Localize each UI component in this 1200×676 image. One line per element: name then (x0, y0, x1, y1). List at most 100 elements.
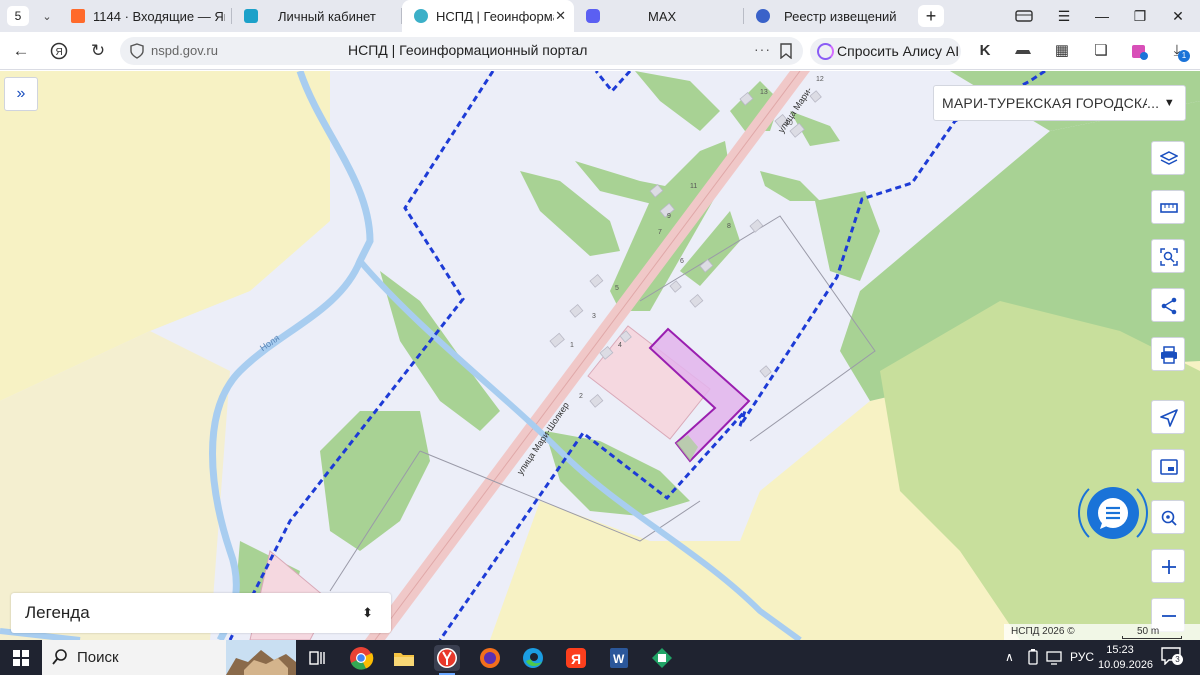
collections-icon[interactable]: ❏ (1092, 42, 1110, 60)
word-icon[interactable]: W (606, 645, 632, 671)
notifications-icon[interactable]: 3 (1161, 647, 1183, 666)
file-explorer-icon[interactable] (391, 645, 417, 671)
yandex-browser-icon[interactable] (434, 645, 460, 675)
battery-icon[interactable] (1027, 649, 1039, 665)
windows-start-icon[interactable] (13, 650, 29, 666)
more-icon[interactable]: ··· (754, 41, 771, 57)
extension-k-icon[interactable]: K (976, 42, 994, 60)
bookmark-icon[interactable] (780, 43, 792, 59)
minimize-icon[interactable]: — (1088, 0, 1116, 32)
address-bar-row: ← Я ↻ nspd.gov.ru НСПД | Геоинформационн… (0, 32, 1200, 70)
yandex-icon[interactable]: Я (563, 645, 589, 671)
geo-search-button[interactable] (1151, 500, 1185, 534)
taskbar-search[interactable]: Поиск (42, 640, 296, 675)
house-number: 1 (570, 342, 574, 349)
geo-search-icon (1161, 510, 1177, 526)
house-number: 12 (816, 76, 824, 83)
task-view-icon[interactable] (304, 645, 330, 671)
legend-panel[interactable]: Легенда ⬍ (11, 593, 391, 633)
expand-panel-button[interactable]: » (4, 77, 38, 111)
print-button[interactable] (1151, 337, 1185, 371)
share-button[interactable] (1151, 288, 1185, 322)
plus-icon (1162, 560, 1176, 574)
ruler-icon (1160, 203, 1178, 213)
tab-nspd[interactable]: НСПД | Геоинформационный портал ✕ (402, 0, 574, 32)
downloads-badge: 1 (1178, 50, 1190, 62)
house-number: 8 (727, 223, 731, 230)
zoom-in-button[interactable] (1151, 549, 1185, 583)
house-number: 11 (690, 183, 698, 190)
house-number: 7 (658, 229, 662, 236)
menu-icon[interactable]: ☰ (1050, 0, 1078, 32)
house-number: 5 (615, 285, 619, 292)
network-icon[interactable] (1046, 651, 1062, 665)
windows-taskbar: Поиск Я W ∧ РУС 15:23 10.09.2026 3 (0, 640, 1200, 675)
max-icon (586, 9, 600, 23)
region-select[interactable]: МАРИ-ТУРЕКСКАЯ ГОРОДСКАЯ... ▼ (933, 85, 1186, 121)
layers-button[interactable] (1151, 141, 1185, 175)
alice-icon (817, 43, 834, 60)
close-tab-icon[interactable]: ✕ (555, 8, 566, 24)
region-select-value: МАРИ-ТУРЕКСКАЯ ГОРОДСКАЯ (942, 95, 1147, 111)
tab-cabinet[interactable]: Личный кабинет (232, 0, 402, 32)
ask-alice-button[interactable]: Спросить Алису AI (810, 38, 961, 65)
house-number: 2 (579, 393, 583, 400)
tab-mail[interactable]: 1144 · Входящие — Яндекс Почта (59, 0, 232, 32)
house-number: 6 (680, 258, 684, 265)
chevron-down-icon: ▼ (1163, 97, 1175, 109)
back-icon[interactable]: ← (8, 39, 34, 63)
registry-icon (756, 9, 770, 23)
downloads-icon[interactable]: ⤓ 1 (1168, 42, 1190, 62)
search-label: Поиск (77, 649, 119, 666)
svg-text:Я: Я (571, 651, 581, 667)
tab-registry[interactable]: Реестр извещений (744, 0, 914, 32)
tab-title: НСПД | Геоинформационный портал (436, 8, 554, 24)
close-window-icon[interactable]: ✕ (1164, 0, 1192, 32)
map-view[interactable]: 13 12 10 11 9 7 8 6 5 3 4 1 2 улица Мари… (0, 71, 1200, 640)
house-number: 4 (618, 342, 622, 349)
cabinet-icon (244, 9, 258, 23)
tab-count-badge[interactable]: 5 (7, 6, 29, 26)
new-tab-button[interactable]: + (918, 5, 944, 27)
restore-icon[interactable]: ❐ (1126, 0, 1154, 32)
house-number: 3 (592, 313, 596, 320)
navigation-arrow-icon (1160, 409, 1178, 427)
search-highlight-image (226, 640, 296, 675)
print-icon (1161, 346, 1177, 364)
language-indicator[interactable]: РУС (1070, 650, 1094, 664)
house-number: 9 (667, 213, 671, 220)
tabs-dropdown-icon[interactable]: ⌄ (35, 10, 59, 23)
shield-icon (130, 43, 144, 59)
scale-bar (1122, 636, 1182, 639)
gis-app-icon[interactable] (649, 645, 675, 671)
area-search-button[interactable] (1151, 239, 1185, 273)
tab-max[interactable]: MAX (574, 0, 744, 32)
expand-collapse-icon[interactable]: ⬍ (362, 593, 373, 633)
extensions-puzzle-icon[interactable]: ▦ (1053, 42, 1071, 60)
browser-shield-icon[interactable] (477, 645, 503, 671)
alice-label: Спросить Алису AI (837, 43, 960, 59)
yandex-icon[interactable]: Я (46, 39, 72, 63)
locate-button[interactable] (1151, 400, 1185, 434)
tray-expand-icon[interactable]: ∧ (1005, 650, 1014, 664)
edge-icon[interactable] (520, 645, 546, 671)
svg-text:W: W (613, 652, 625, 666)
house-number: 13 (760, 89, 768, 96)
copyright-text: НСПД 2026 © (1011, 626, 1075, 637)
clock[interactable]: 15:23 10.09.2026 (1098, 643, 1153, 673)
url-field[interactable]: nspd.gov.ru НСПД | Геоинформационный пор… (120, 37, 803, 65)
tab-title: Реестр извещений (784, 8, 897, 24)
tab-title: MAX (648, 8, 677, 24)
page-title: НСПД | Геоинформационный портал (348, 42, 588, 58)
measure-button[interactable] (1151, 190, 1185, 224)
chrome-icon[interactable] (348, 645, 374, 671)
share-icon (1161, 297, 1177, 315)
mail-icon (71, 9, 85, 23)
tab-manager-icon[interactable] (1010, 0, 1038, 32)
reload-icon[interactable]: ↻ (85, 39, 111, 63)
chat-assistant-button[interactable] (1078, 478, 1148, 548)
minimap-button[interactable] (1151, 449, 1185, 483)
profile-extension-icon[interactable] (1130, 42, 1148, 60)
clock-time: 15:23 (1106, 644, 1134, 656)
extension-hat-icon[interactable] (1014, 42, 1032, 60)
